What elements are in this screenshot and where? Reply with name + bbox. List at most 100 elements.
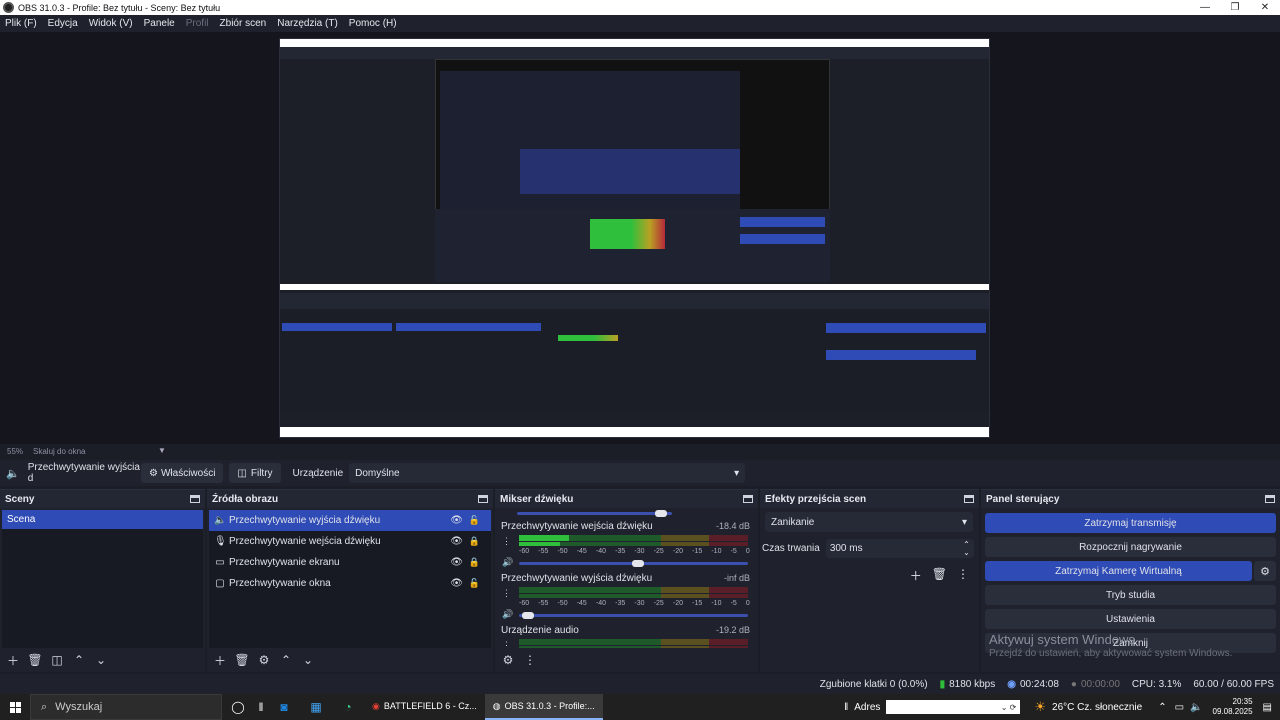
undock-icon[interactable] [1265,495,1275,503]
start-button[interactable] [0,701,30,713]
speaker-icon[interactable]: 🔊 [502,609,513,620]
add-icon[interactable]: ＋ [910,567,922,584]
source-item[interactable]: 🎙 Przechwytywanie wejścia dźwięku 👁 🔒 [209,531,491,552]
chevron-up-icon[interactable]: ⌃ [1158,702,1166,713]
weather[interactable]: 26°C Cz. słonecznie [1052,702,1142,713]
trash-icon[interactable]: 🗑 [233,652,251,668]
lock-icon[interactable]: 🔒 [469,536,480,547]
settings-button[interactable]: Ustawienia [985,609,1276,629]
lock-icon[interactable]: 🔒 [469,557,480,568]
menu-profile[interactable]: Profil [186,18,209,29]
taskbar-obs[interactable]: ◍ OBS 31.0.3 - Profile:... [484,694,603,720]
mixer-header: Mikser dźwięku [495,490,758,508]
stop-virtual-camera-button[interactable]: Zatrzymaj Kamerę Wirtualną [985,561,1252,581]
menu-dots-icon[interactable]: ⋮ [502,640,511,648]
preview-area[interactable] [0,32,1280,444]
spin-arrows-icon[interactable]: ⌃ ⌄ [963,540,970,557]
eye-icon[interactable]: 👁 [450,578,463,589]
gear-icon[interactable]: ⚙ [499,652,517,668]
menu-dots-icon[interactable]: ⋮ [502,588,511,599]
source-item[interactable]: ▢ Przechwytywanie okna 👁 🔓 [209,573,491,594]
device-select[interactable]: Domyślne ▾ [349,463,746,483]
transition-select[interactable]: Zanikanie ▾ [765,512,973,532]
sources-title: Źródła obrazu [212,493,279,505]
source-item[interactable]: 🔈 Przechwytywanie wyjścia dźwięku 👁 🔓 [209,510,491,531]
speaker-icon[interactable]: 🔊 [502,557,513,568]
taskbar-search[interactable]: ⌕ Wyszukaj [30,694,222,720]
source-item[interactable]: ▭ Przechwytywanie ekranu 👁 🔒 [209,552,491,573]
lock-icon[interactable]: 🔓 [469,515,480,526]
menu-dots-icon[interactable]: ⋮ [957,567,969,584]
volume-slider[interactable] [517,512,672,515]
zoom-select[interactable]: Skaluj do okna [33,447,85,456]
eye-icon[interactable]: 👁 [450,557,463,568]
scene-item[interactable]: Scena [2,510,203,529]
volume-slider[interactable] [519,560,748,567]
meter-tick: -45 [576,600,587,607]
scenes-title: Sceny [5,493,35,505]
add-icon[interactable]: ＋ [211,652,229,668]
store-icon[interactable]: ▦ [300,694,332,720]
meter-tick: -55 [538,548,549,555]
menu-file[interactable]: Plik (F) [5,18,37,29]
undock-icon[interactable] [964,495,974,503]
arrow-up-icon[interactable]: ⌃ [70,652,88,668]
menu-help[interactable]: Pomoc (H) [349,18,397,29]
virtual-camera-settings-button[interactable]: ⚙ [1254,561,1276,581]
volume-slider[interactable] [519,612,748,619]
start-recording-button[interactable]: Rozpocznij nagrywanie [985,537,1276,557]
gear-icon[interactable]: ⚙ [255,652,273,668]
taskbar-chrome-battlefield[interactable]: ◉ BATTLEFIELD 6 - Cz... [364,694,485,720]
menu-docks[interactable]: Panele [144,18,175,29]
broadcast-icon: ◉ [1007,678,1016,690]
task-view-icon[interactable]: ◯ [222,694,254,720]
menu-scene-collection[interactable]: Zbiór scen [220,18,267,29]
chevron-down-icon[interactable]: ▼ [158,446,166,455]
clock[interactable]: 20:35 09.08.2025 [1213,697,1253,717]
lock-icon[interactable]: 🔓 [469,578,480,589]
trash-icon[interactable]: 🗑 [26,652,44,668]
edge-icon[interactable]: ◔ [332,694,364,720]
add-icon[interactable]: ＋ [4,652,22,668]
eye-icon[interactable]: 👁 [450,515,463,526]
source-label: Przechwytywanie wejścia dźwięku [229,536,381,547]
menu-tools[interactable]: Narzędzia (T) [277,18,338,29]
undock-icon[interactable] [190,495,200,503]
stop-stream-button[interactable]: Zatrzymaj transmisję [985,513,1276,533]
taskbar-search-label: Wyszukaj [55,701,103,713]
address-input[interactable]: ⌄ ⟳ [886,700,1021,714]
filter-icon[interactable]: ◫ [48,652,66,668]
network-icon[interactable]: ▭ [1175,702,1184,713]
meter-tick: -15 [692,600,703,607]
sources-dock: Źródła obrazu 🔈 Przechwytywanie wyjścia … [207,489,493,672]
obs-logo-icon [3,2,14,13]
arrow-up-icon[interactable]: ⌃ [277,652,295,668]
properties-label: Właściwości [160,467,216,479]
undock-icon[interactable] [478,495,488,503]
outlook-icon[interactable]: ◙ [268,694,300,720]
menu-view[interactable]: Widok (V) [89,18,133,29]
menu-dots-icon[interactable]: ⋮ [521,652,539,668]
arrow-down-icon[interactable]: ⌄ [92,652,110,668]
properties-button[interactable]: ⚙ Właściwości [141,463,224,483]
menu-edit[interactable]: Edycja [48,18,78,29]
filters-button[interactable]: ◫ Filtry [229,463,281,483]
trash-icon[interactable]: 🗑 [932,567,947,584]
menu-dots-icon[interactable]: ⋮ [502,536,511,547]
volume-knob[interactable] [522,612,535,619]
undock-icon[interactable] [743,495,753,503]
speaker-icon: 🔈 [214,515,227,526]
minimize-icon[interactable]: — [1190,0,1220,15]
studio-mode-button[interactable]: Tryb studia [985,585,1276,605]
eye-icon[interactable]: 👁 [450,536,463,547]
notifications-icon[interactable]: ▤ [1263,702,1272,713]
meter-tick: -25 [653,548,664,555]
close-icon[interactable]: ✕ [1250,0,1280,15]
fps: 60.00 / 60.00 FPS [1193,678,1274,690]
volume-knob[interactable] [632,560,645,567]
volume-knob[interactable] [655,510,667,517]
restore-icon[interactable]: ❐ [1220,0,1250,15]
duration-spinbox[interactable]: 300 ms ⌃ ⌄ [825,539,974,558]
volume-icon[interactable]: 🔈 [1190,702,1202,713]
arrow-down-icon[interactable]: ⌄ [299,652,317,668]
